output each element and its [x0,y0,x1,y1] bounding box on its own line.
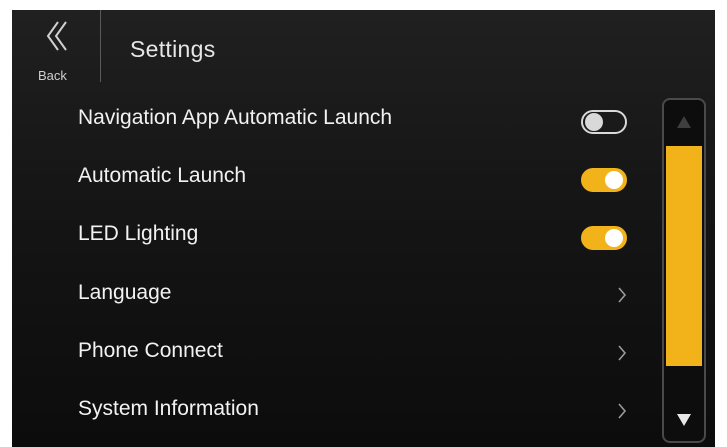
setting-label: Phone Connect [78,339,223,362]
double-chevron-left-icon [46,21,67,51]
setting-row-automatic-launch[interactable]: Automatic Launch [12,148,652,206]
scrollbar[interactable] [662,98,706,443]
back-label: Back [38,68,67,83]
setting-row-language[interactable]: Language [12,265,652,323]
triangle-up-icon[interactable] [676,114,692,130]
setting-row-led-lighting[interactable]: LED Lighting [12,206,652,264]
setting-row-navigation-app-automatic-launch[interactable]: Navigation App Automatic Launch [12,90,652,148]
settings-screen: Back Settings Navigation App Automatic L… [12,10,715,447]
page-title: Settings [130,36,216,62]
back-button[interactable]: Back [12,10,98,90]
setting-label: Language [78,281,172,304]
led-lighting-toggle[interactable] [581,226,627,250]
settings-list: Navigation App Automatic Launch Automati… [12,90,652,447]
setting-row-phone-connect[interactable]: Phone Connect [12,323,652,381]
triangle-down-icon[interactable] [676,412,692,428]
header: Back Settings [12,10,715,90]
toggle-knob [605,229,623,247]
setting-label: System Information [78,397,259,420]
chevron-right-icon [618,287,627,303]
setting-label: LED Lighting [78,222,199,245]
setting-label: Navigation App Automatic Launch [78,106,393,129]
setting-row-system-information[interactable]: System Information [12,381,652,439]
setting-label: Automatic Launch [78,164,247,187]
scroll-thumb[interactable] [666,146,702,366]
toggle-knob [605,171,623,189]
navigation-app-automatic-launch-toggle[interactable] [581,110,627,134]
automatic-launch-toggle[interactable] [581,168,627,192]
chevron-right-icon [618,345,627,361]
toggle-knob [585,113,603,131]
header-divider [100,10,101,82]
chevron-right-icon [618,403,627,419]
